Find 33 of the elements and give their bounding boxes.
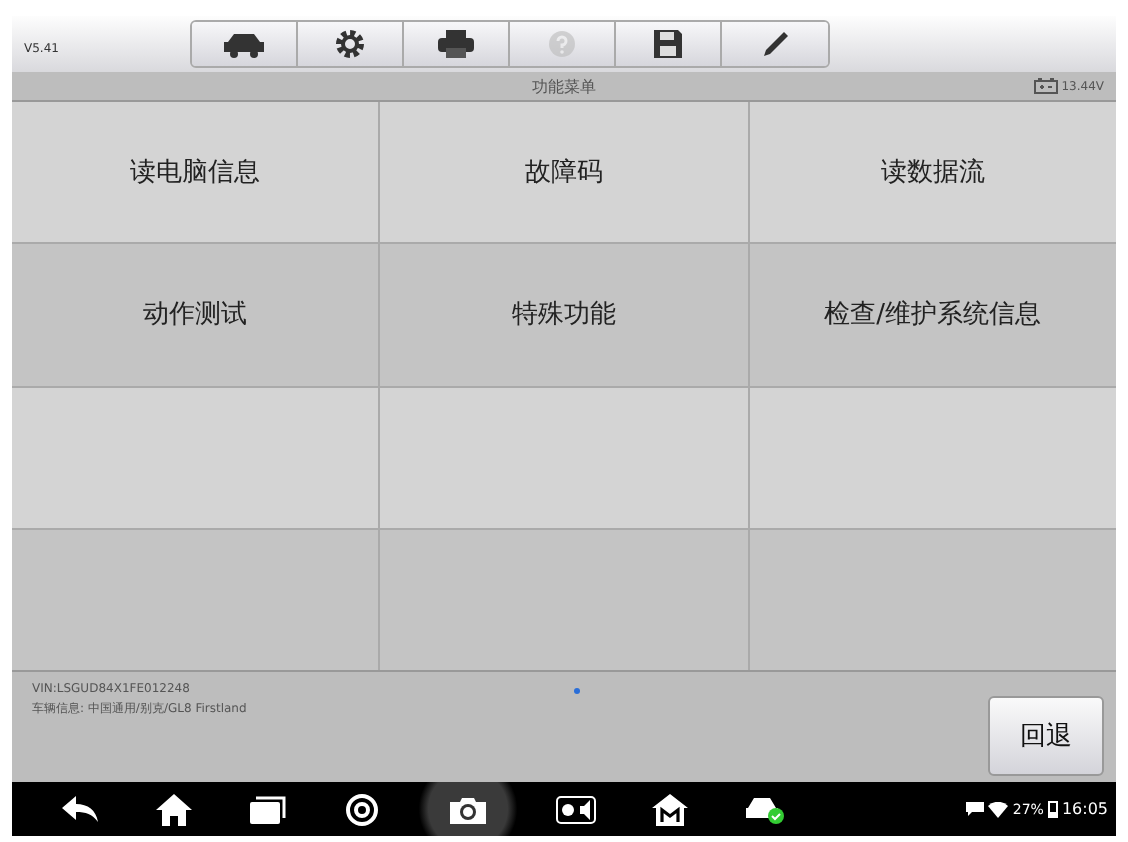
- car-check-icon: [743, 795, 783, 823]
- help-icon: [548, 30, 576, 58]
- menu-button[interactable]: 检查/维护系统信息: [749, 244, 1116, 385]
- save-icon: [654, 30, 682, 58]
- menu-button[interactable]: 读电脑信息: [12, 102, 379, 243]
- device-battery-icon: [1047, 800, 1058, 818]
- page-indicator-dot: [574, 688, 580, 694]
- car-icon: [222, 30, 266, 58]
- menu-button[interactable]: 故障码: [380, 102, 748, 243]
- clock: 16:05: [1061, 800, 1108, 818]
- recent-apps-icon: [249, 795, 285, 823]
- pen-tool-button[interactable]: [722, 22, 828, 66]
- browser-icon: [345, 793, 377, 825]
- home-icon: [155, 793, 191, 825]
- gear-tool-button[interactable]: [298, 22, 404, 66]
- wifi-icon: [988, 801, 1009, 817]
- back-button[interactable]: 回退: [988, 696, 1104, 776]
- gear-icon: [334, 28, 366, 60]
- message-icon: [966, 802, 985, 816]
- menu-button[interactable]: 特殊功能: [380, 244, 748, 385]
- camera-icon: [450, 795, 486, 823]
- menu-button[interactable]: 读数据流: [749, 102, 1116, 243]
- printer-icon: [438, 30, 474, 58]
- pen-icon: [761, 30, 789, 58]
- menu-button[interactable]: 动作测试: [12, 244, 379, 385]
- back-arrow-icon: [61, 795, 97, 823]
- battery-icon: [1033, 78, 1058, 94]
- car-tool-button[interactable]: [192, 22, 298, 66]
- printer-tool-button[interactable]: [404, 22, 510, 66]
- save-tool-button[interactable]: [616, 22, 722, 66]
- m-house-icon: [651, 793, 687, 825]
- screen-title: 功能菜单: [532, 75, 596, 97]
- brightness-volume-icon: [555, 795, 595, 823]
